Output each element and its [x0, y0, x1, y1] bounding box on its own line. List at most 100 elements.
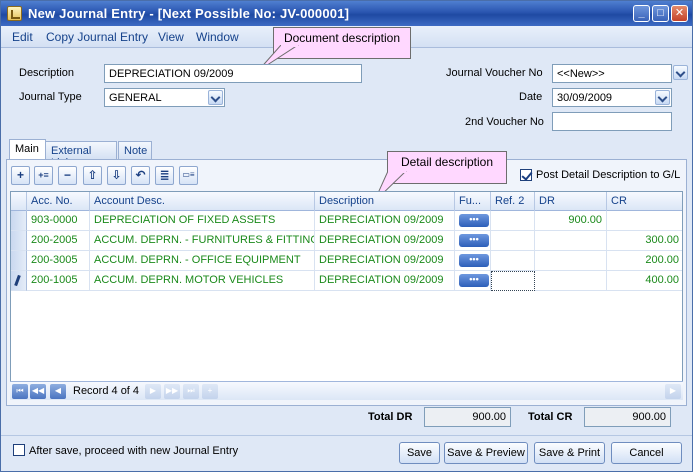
column-header-acc-no[interactable]: Acc. No. — [27, 192, 90, 211]
document-description-callout-text: Document description — [283, 31, 401, 45]
undo-icon[interactable]: ↶ — [131, 166, 150, 185]
detail-description-callout-text: Detail description — [400, 155, 494, 169]
journal-type-select[interactable]: GENERAL — [104, 88, 225, 107]
cell-cr[interactable] — [607, 211, 682, 231]
proceed-new-entry-checkbox[interactable] — [13, 444, 25, 456]
row-selector[interactable] — [11, 231, 27, 251]
column-header-fu[interactable]: Fu... — [455, 192, 491, 211]
cell-dr[interactable]: 900.00 — [535, 211, 607, 231]
chevron-down-icon[interactable] — [655, 90, 670, 105]
cell-account-desc[interactable]: DEPRECIATION OF FIXED ASSETS — [90, 211, 315, 231]
table-row[interactable]: 200-1005 ACCUM. DEPRN. MOTOR VEHICLES DE… — [11, 271, 682, 291]
app-icon — [7, 6, 22, 21]
last-record-icon[interactable]: ⏭ — [183, 384, 199, 399]
minimize-button[interactable]: _ — [633, 5, 650, 22]
journal-type-label: Journal Type — [19, 91, 82, 103]
cell-dr[interactable] — [535, 271, 607, 291]
post-detail-checkbox[interactable] — [520, 169, 532, 181]
header-row-selector — [11, 192, 27, 211]
cell-fu: ••• — [455, 271, 491, 291]
ellipsis-button[interactable]: ••• — [459, 234, 489, 247]
row-selector[interactable] — [11, 211, 27, 231]
cell-account-desc[interactable]: ACCUM. DEPRN. MOTOR VEHICLES — [90, 271, 315, 291]
column-header-account-desc[interactable]: Account Desc. — [90, 192, 315, 211]
scroll-right-icon[interactable]: ▶ — [665, 384, 681, 399]
cell-ref2-active[interactable] — [491, 271, 535, 291]
ellipsis-button[interactable]: ••• — [459, 214, 489, 227]
cell-cr[interactable]: 400.00 — [607, 271, 682, 291]
next-record-icon[interactable]: ▶ — [145, 384, 161, 399]
cell-acc-no[interactable]: 903-0000 — [27, 211, 90, 231]
insert-row-icon[interactable]: +≡ — [34, 166, 53, 185]
menu-edit[interactable]: Edit — [12, 30, 33, 44]
menu-window[interactable]: Window — [196, 30, 239, 44]
next-page-icon[interactable]: ▶▶ — [164, 384, 180, 399]
row-selector[interactable] — [11, 271, 27, 291]
chevron-down-icon[interactable] — [673, 65, 688, 80]
close-button[interactable]: ✕ — [671, 5, 688, 22]
chevron-down-icon[interactable] — [208, 90, 223, 105]
move-up-icon[interactable]: ⇧ — [83, 166, 102, 185]
description-input[interactable]: DEPRECIATION 09/2009 — [104, 64, 362, 83]
column-header-ref2[interactable]: Ref. 2 — [491, 192, 535, 211]
journal-entry-window: New Journal Entry - [Next Possible No: J… — [0, 0, 693, 472]
table-row[interactable]: 903-0000 DEPRECIATION OF FIXED ASSETS DE… — [11, 211, 682, 231]
cell-cr[interactable]: 300.00 — [607, 231, 682, 251]
date-value: 30/09/2009 — [557, 92, 613, 104]
list-icon[interactable]: ≣ — [155, 166, 174, 185]
menu-copy-journal-entry[interactable]: Copy Journal Entry — [46, 30, 148, 44]
cancel-button[interactable]: Cancel — [611, 442, 682, 464]
save-preview-button[interactable]: Save & Preview — [444, 442, 528, 464]
cell-description[interactable]: DEPRECIATION 09/2009 — [315, 271, 455, 291]
add-record-icon[interactable]: + — [202, 384, 218, 399]
cell-acc-no[interactable]: 200-3005 — [27, 251, 90, 271]
grid-header: Acc. No. Account Desc. Description Fu...… — [11, 192, 682, 211]
column-header-description[interactable]: Description — [315, 192, 455, 211]
save-print-button[interactable]: Save & Print — [534, 442, 605, 464]
add-row-icon[interactable]: + — [11, 166, 30, 185]
tab-note[interactable]: Note — [118, 141, 152, 160]
date-input[interactable]: 30/09/2009 — [552, 88, 672, 107]
ellipsis-button[interactable]: ••• — [459, 254, 489, 267]
previous-record-icon[interactable]: ◀ — [50, 384, 66, 399]
ellipsis-button[interactable]: ••• — [459, 274, 489, 287]
table-row[interactable]: 200-2005 ACCUM. DEPRN. - FURNITURES & FI… — [11, 231, 682, 251]
journal-type-value: GENERAL — [109, 92, 162, 104]
second-voucher-input[interactable] — [552, 112, 672, 131]
cell-ref2[interactable] — [491, 211, 535, 231]
voucher-no-label: Journal Voucher No — [446, 67, 543, 79]
title-bar[interactable]: New Journal Entry - [Next Possible No: J… — [1, 1, 692, 26]
delete-row-icon[interactable]: − — [58, 166, 77, 185]
proceed-new-entry-label: After save, proceed with new Journal Ent… — [29, 445, 239, 457]
voucher-no-input[interactable]: <<New>> — [552, 64, 672, 83]
row-selector[interactable] — [11, 251, 27, 271]
second-voucher-label: 2nd Voucher No — [465, 116, 544, 128]
cell-dr[interactable] — [535, 231, 607, 251]
column-header-dr[interactable]: DR — [535, 192, 607, 211]
cell-acc-no[interactable]: 200-1005 — [27, 271, 90, 291]
table-row[interactable]: 200-3005 ACCUM. DEPRN. - OFFICE EQUIPMEN… — [11, 251, 682, 271]
cell-account-desc[interactable]: ACCUM. DEPRN. - FURNITURES & FITTINGS — [90, 231, 315, 251]
record-navigator: ⏮ ◀◀ ◀ Record 4 of 4 ▶ ▶▶ ⏭ + ▶ — [10, 381, 683, 400]
move-down-icon[interactable]: ⇩ — [107, 166, 126, 185]
column-header-cr[interactable]: CR — [607, 192, 682, 211]
cell-dr[interactable] — [535, 251, 607, 271]
cell-description[interactable]: DEPRECIATION 09/2009 — [315, 251, 455, 271]
tab-external-link[interactable]: External Link — [45, 141, 117, 169]
maximize-button[interactable]: □ — [652, 5, 669, 22]
tab-main[interactable]: Main — [9, 139, 46, 160]
save-button[interactable]: Save — [399, 442, 440, 464]
cell-description[interactable]: DEPRECIATION 09/2009 — [315, 211, 455, 231]
cell-account-desc[interactable]: ACCUM. DEPRN. - OFFICE EQUIPMENT — [90, 251, 315, 271]
cell-fu: ••• — [455, 231, 491, 251]
first-record-icon[interactable]: ⏮ — [12, 384, 28, 399]
cell-ref2[interactable] — [491, 251, 535, 271]
cell-description[interactable]: DEPRECIATION 09/2009 — [315, 231, 455, 251]
previous-page-icon[interactable]: ◀◀ — [30, 384, 46, 399]
cell-acc-no[interactable]: 200-2005 — [27, 231, 90, 251]
cell-ref2[interactable] — [491, 231, 535, 251]
menu-view[interactable]: View — [158, 30, 184, 44]
description-label: Description — [19, 67, 75, 79]
cell-cr[interactable]: 200.00 — [607, 251, 682, 271]
detail-view-icon[interactable]: ▭≡ — [179, 166, 198, 185]
